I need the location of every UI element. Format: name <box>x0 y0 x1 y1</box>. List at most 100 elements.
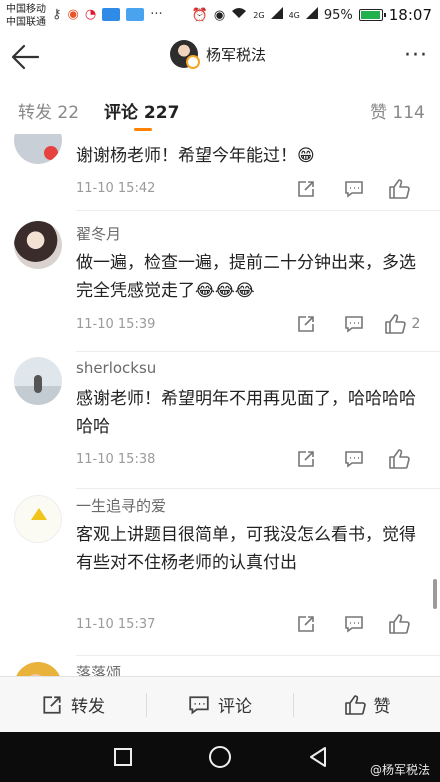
comment-time: 11-10 15:39 <box>76 317 156 332</box>
repost-action-button[interactable]: 转发 <box>0 677 146 732</box>
flame-icon: ◉ <box>67 7 79 22</box>
key-icon: ⚷ <box>52 7 62 22</box>
comment-icon <box>345 181 363 198</box>
battery-icon <box>358 9 386 21</box>
repost-button[interactable] <box>286 178 326 200</box>
comment-item: sherlocksu 感谢老师！希望明年不用再见面了，哈哈哈哈哈哈 11-10 … <box>0 352 440 489</box>
circle-icon <box>209 746 231 768</box>
comment-action-button[interactable]: 评论 <box>147 677 293 732</box>
signal-icon-2 <box>305 7 318 23</box>
like-label: 赞 <box>373 697 391 717</box>
like-button[interactable] <box>382 178 422 200</box>
thumbs-up-icon <box>389 614 410 634</box>
carrier-labels: 中国移动 中国联通 <box>6 3 46 29</box>
signal-icon-1 <box>270 7 283 23</box>
repost-icon <box>298 316 314 332</box>
home-button[interactable] <box>205 742 235 772</box>
comment-icon <box>345 451 363 468</box>
reply-button[interactable] <box>334 448 374 470</box>
comment-item: 落落颂 <box>0 656 440 676</box>
comment-time: 11-10 15:37 <box>76 617 156 632</box>
comment-list[interactable]: 谢谢杨老师！希望今年能过！😁 11-10 15:42 翟冬月 做一遍，检查一遍，… <box>0 134 440 676</box>
comment-text: 感谢老师！希望明年不用再见面了，哈哈哈哈哈哈 <box>76 389 416 437</box>
like-button[interactable]: 2 <box>382 313 422 335</box>
app-badge-icon <box>102 8 121 21</box>
comment-username[interactable]: 落落颂 <box>76 662 121 676</box>
comment-item: 翟冬月 做一遍，检查一遍，提前二十分钟出来，多选完全凭感觉走了😂😂😂 11-10… <box>0 211 440 352</box>
tab-comments[interactable]: 评论 227 <box>104 98 179 123</box>
alarm-icon: ⏰ <box>191 7 208 23</box>
carrier-1: 中国移动 <box>6 4 46 15</box>
system-nav-bar: @杨军税法 <box>0 732 440 782</box>
comment-time: 11-10 15:38 <box>76 452 156 467</box>
repost-icon <box>298 181 314 197</box>
repost-icon <box>43 695 61 714</box>
repost-button[interactable] <box>286 448 326 470</box>
network-2g: 2G <box>253 10 265 20</box>
thumbs-up-icon <box>344 694 366 715</box>
comment-text: 客观上讲题目很简单，可我没怎么看书，觉得有些对不住杨老师的认真付出 <box>76 525 416 573</box>
reply-button[interactable] <box>334 178 374 200</box>
author-avatar <box>170 40 200 69</box>
thumbs-up-icon <box>389 449 410 469</box>
thumbs-up-icon <box>384 314 406 334</box>
scrollbar[interactable] <box>433 579 437 609</box>
like-button[interactable] <box>382 448 422 470</box>
comment-icon <box>345 316 363 333</box>
comment-actions <box>278 178 422 200</box>
square-icon <box>114 748 132 766</box>
comment-actions <box>278 613 422 635</box>
commenter-avatar[interactable] <box>14 662 62 676</box>
repost-icon <box>298 451 314 467</box>
comment-username[interactable]: 一生追寻的爱 <box>76 495 166 516</box>
comment-item: 谢谢杨老师！希望今年能过！😁 11-10 15:42 <box>0 134 440 211</box>
thumbs-up-icon <box>389 179 410 199</box>
like-button[interactable] <box>382 613 422 635</box>
commenter-avatar[interactable] <box>14 495 62 543</box>
comment-username[interactable]: sherlocksu <box>76 359 156 377</box>
comment-time: 11-10 15:42 <box>76 181 156 196</box>
status-right: ⏰ ◉ 2G 4G 95% 18:07 <box>192 6 432 24</box>
comment-icon <box>189 695 209 714</box>
clock: 18:07 <box>388 6 432 24</box>
tab-bar: 转发 22 评论 227 赞 114 <box>0 82 440 134</box>
comment-username[interactable]: 翟冬月 <box>76 223 121 244</box>
carrier-2: 中国联通 <box>6 17 46 28</box>
battery-percent: 95% <box>323 7 353 23</box>
tab-repost[interactable]: 转发 22 <box>18 98 79 123</box>
comment-text: 谢谢杨老师！希望今年能过！😁 <box>76 146 315 166</box>
comment-item: 一生追寻的爱 客观上讲题目很简单，可我没怎么看书，觉得有些对不住杨老师的认真付出… <box>0 489 440 656</box>
notification-icons: ⚷ ◉ ◔ ··· <box>52 7 163 22</box>
commenter-avatar[interactable] <box>14 134 62 164</box>
weibo-icon: ◔ <box>84 7 97 22</box>
active-tab-indicator <box>134 128 152 131</box>
repost-label: 转发 <box>71 697 105 717</box>
recents-button[interactable] <box>108 742 138 772</box>
repost-button[interactable] <box>286 313 326 335</box>
status-bar: 中国移动 中国联通 ⚷ ◉ ◔ ··· ⏰ ◉ 2G 4G 95% 18:07 <box>0 0 440 32</box>
comment-actions: 2 <box>278 313 422 335</box>
network-4g: 4G <box>288 10 300 20</box>
more-options-button[interactable]: ··· <box>404 45 428 67</box>
overflow-notifications-icon: ··· <box>150 7 163 22</box>
triangle-back-icon <box>310 747 326 767</box>
system-back-button[interactable] <box>303 742 333 772</box>
comment-icon <box>345 616 363 633</box>
page-title: 杨军税法 <box>206 45 267 64</box>
repost-button[interactable] <box>286 613 326 635</box>
comment-label: 评论 <box>218 697 252 717</box>
comment-actions <box>278 448 422 470</box>
app-badge-icon-2 <box>126 8 145 21</box>
reply-button[interactable] <box>334 313 374 335</box>
back-arrow-icon <box>11 44 40 70</box>
title-bar: 杨军税法 ··· <box>0 32 440 82</box>
like-action-button[interactable]: 赞 <box>294 677 440 732</box>
back-button[interactable] <box>8 40 44 74</box>
bottom-toolbar: 转发 评论 赞 <box>0 676 440 732</box>
tab-likes[interactable]: 赞 114 <box>370 98 425 123</box>
commenter-avatar[interactable] <box>14 221 62 269</box>
like-count: 2 <box>411 316 421 332</box>
author-title[interactable]: 杨军税法 <box>170 40 267 69</box>
commenter-avatar[interactable] <box>14 357 62 405</box>
reply-button[interactable] <box>334 613 374 635</box>
